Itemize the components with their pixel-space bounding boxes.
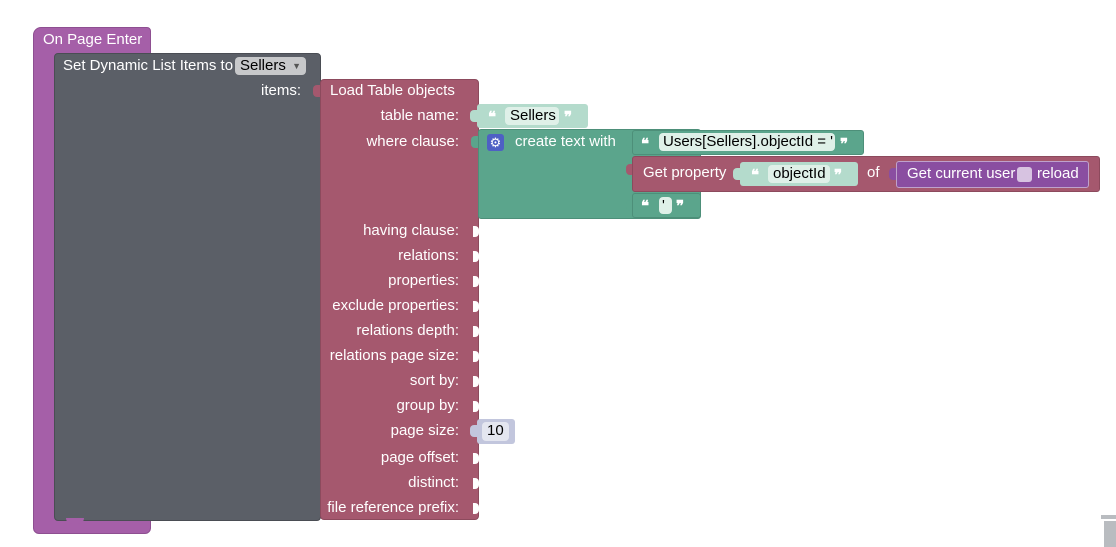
reload-label: reload <box>1037 165 1079 182</box>
dropdown-value: Sellers <box>240 57 286 74</box>
items-label: items: <box>260 82 301 99</box>
where-text-1-field[interactable]: Users[Sellers].objectId = ' <box>659 133 835 151</box>
page-size-field[interactable]: 10 <box>482 422 509 441</box>
close-quote-icon: ❞ <box>676 197 685 215</box>
open-quote-icon: ❝ <box>751 166 760 184</box>
current-user-connector <box>889 168 896 180</box>
trash-icon[interactable] <box>1101 515 1116 547</box>
list-dropdown[interactable]: Sellers ▼ <box>235 57 306 75</box>
param-file-reference-prefix: file reference prefix: <box>327 499 459 516</box>
param-relations-depth: relations depth: <box>356 322 459 339</box>
of-label: of <box>867 164 880 181</box>
open-quote-icon: ❝ <box>641 135 650 153</box>
param-table-name: table name: <box>380 107 459 124</box>
get-property-connector <box>626 164 632 175</box>
close-quote-icon: ❞ <box>564 108 573 126</box>
param-relations: relations: <box>398 247 459 264</box>
create-text-label: create text with <box>515 133 616 150</box>
input-slot[interactable] <box>473 503 479 514</box>
close-quote-icon: ❞ <box>834 166 843 184</box>
input-slot[interactable] <box>473 401 479 412</box>
input-slot[interactable] <box>473 351 479 362</box>
table-name-field[interactable]: Sellers <box>505 107 559 125</box>
load-block-title: Load Table objects <box>330 82 455 99</box>
text-connector <box>470 110 477 122</box>
text-item-connector <box>626 137 632 148</box>
open-quote-icon: ❝ <box>488 108 497 126</box>
input-slot[interactable] <box>473 326 479 337</box>
param-having-clause: having clause: <box>363 222 459 239</box>
get-property-label: Get property <box>643 164 727 181</box>
gear-icon[interactable]: ⚙ <box>487 134 504 151</box>
input-slot[interactable] <box>473 453 479 464</box>
param-relations-page-size: relations page size: <box>329 347 459 364</box>
open-quote-icon: ❝ <box>641 197 650 215</box>
close-quote-icon: ❞ <box>840 135 849 153</box>
text-connector <box>733 168 740 180</box>
event-label: On Page Enter <box>43 31 143 48</box>
set-dynamic-list-items-block[interactable] <box>54 53 321 521</box>
chevron-down-icon: ▼ <box>292 61 301 71</box>
output-connector <box>313 85 320 97</box>
param-where-clause: where clause: <box>366 133 459 150</box>
property-name-field[interactable]: objectId <box>768 165 830 183</box>
param-page-offset: page offset: <box>380 449 459 466</box>
input-slot[interactable] <box>473 226 479 237</box>
param-exclude-properties: exclude properties: <box>332 297 459 314</box>
text-item-connector <box>626 200 632 211</box>
create-text-connector <box>471 136 478 148</box>
number-connector <box>470 425 477 437</box>
param-sort-by: sort by: <box>409 372 459 389</box>
param-properties: properties: <box>388 272 459 289</box>
param-group-by: group by: <box>396 397 459 414</box>
param-distinct: distinct: <box>408 474 459 491</box>
set-block-label: Set Dynamic List Items to <box>63 57 234 74</box>
input-slot[interactable] <box>473 376 479 387</box>
where-text-3-field[interactable]: ' <box>659 197 672 214</box>
input-slot[interactable] <box>473 301 479 312</box>
current-user-label: Get current user <box>907 165 1016 182</box>
input-slot[interactable] <box>473 478 479 489</box>
input-slot[interactable] <box>473 276 479 287</box>
reload-checkbox[interactable] <box>1017 167 1032 182</box>
input-slot[interactable] <box>473 251 479 262</box>
param-page-size: page size: <box>390 422 459 439</box>
